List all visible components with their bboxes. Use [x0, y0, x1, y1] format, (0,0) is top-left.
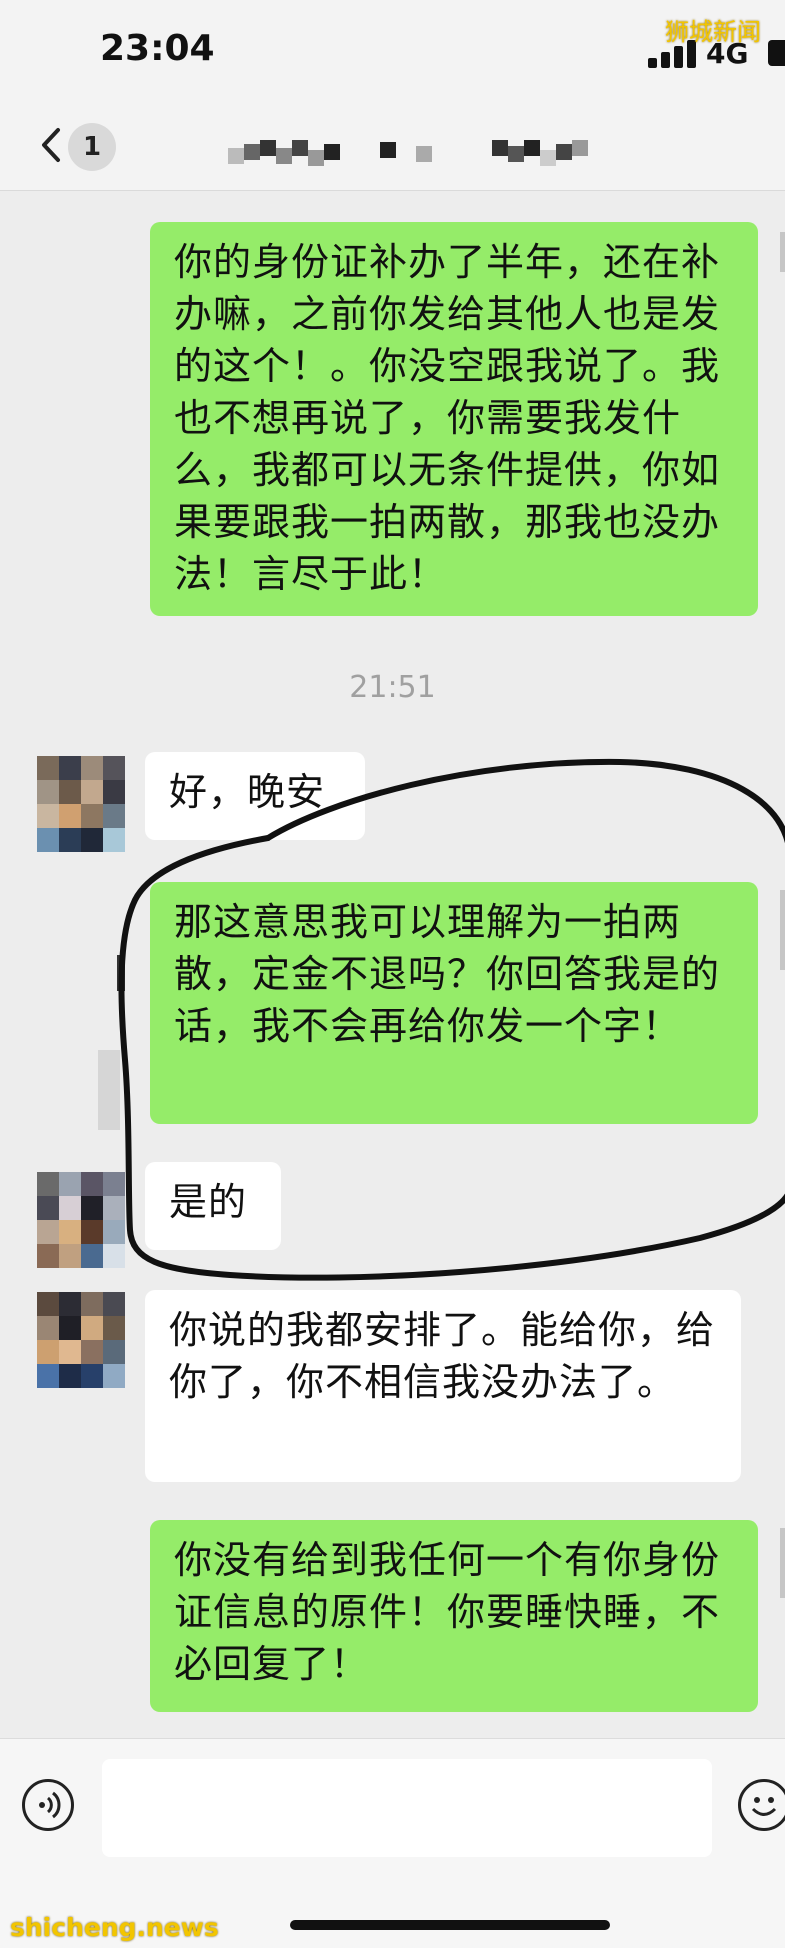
message-bubble-received[interactable]: 你说的我都安排了。能给你，给你了，你不相信我没办法了。	[145, 1290, 741, 1482]
voice-button[interactable]	[22, 1779, 74, 1831]
battery-icon	[768, 40, 785, 66]
input-bar: shicheng.news	[0, 1738, 785, 1948]
message-input[interactable]	[102, 1759, 712, 1857]
watermark-logo-top: 狮城新闻	[665, 18, 761, 46]
chat-header: 1	[0, 105, 785, 191]
contact-avatar[interactable]	[37, 1172, 125, 1268]
message-timestamp: 21:51	[349, 670, 436, 705]
emoji-button[interactable]	[738, 1779, 785, 1831]
status-time: 23:04	[100, 28, 215, 69]
message-bubble-received[interactable]: 好，晚安	[145, 752, 365, 840]
avatar-edge	[98, 1050, 120, 1130]
home-indicator	[290, 1920, 610, 1930]
watermark-logo-bottom: shicheng.news	[10, 1913, 219, 1942]
avatar-edge	[780, 232, 785, 272]
unread-badge: 1	[68, 123, 116, 171]
message-bubble-received[interactable]: 是的	[145, 1162, 281, 1250]
avatar-edge	[117, 955, 125, 991]
message-bubble-sent[interactable]: 那这意思我可以理解为一拍两散，定金不退吗？你回答我是的话，我不会再给你发一个字！	[150, 882, 758, 1124]
status-bar: 23:04 4G 狮城新闻	[0, 0, 785, 105]
contact-avatar[interactable]	[37, 1292, 125, 1388]
emoji-icon	[751, 1797, 777, 1816]
contact-avatar[interactable]	[37, 756, 125, 852]
voice-icon	[39, 1791, 61, 1819]
contact-name-mosaic	[228, 140, 588, 172]
message-bubble-sent[interactable]: 你没有给到我任何一个有你身份证信息的原件！你要睡快睡，不必回复了！	[150, 1520, 758, 1712]
message-bubble-sent[interactable]: 你的身份证补办了半年，还在补办嘛，之前你发给其他人也是发的这个！。你没空跟我说了…	[150, 222, 758, 616]
avatar-edge	[780, 1528, 785, 1598]
avatar-edge	[780, 890, 785, 970]
